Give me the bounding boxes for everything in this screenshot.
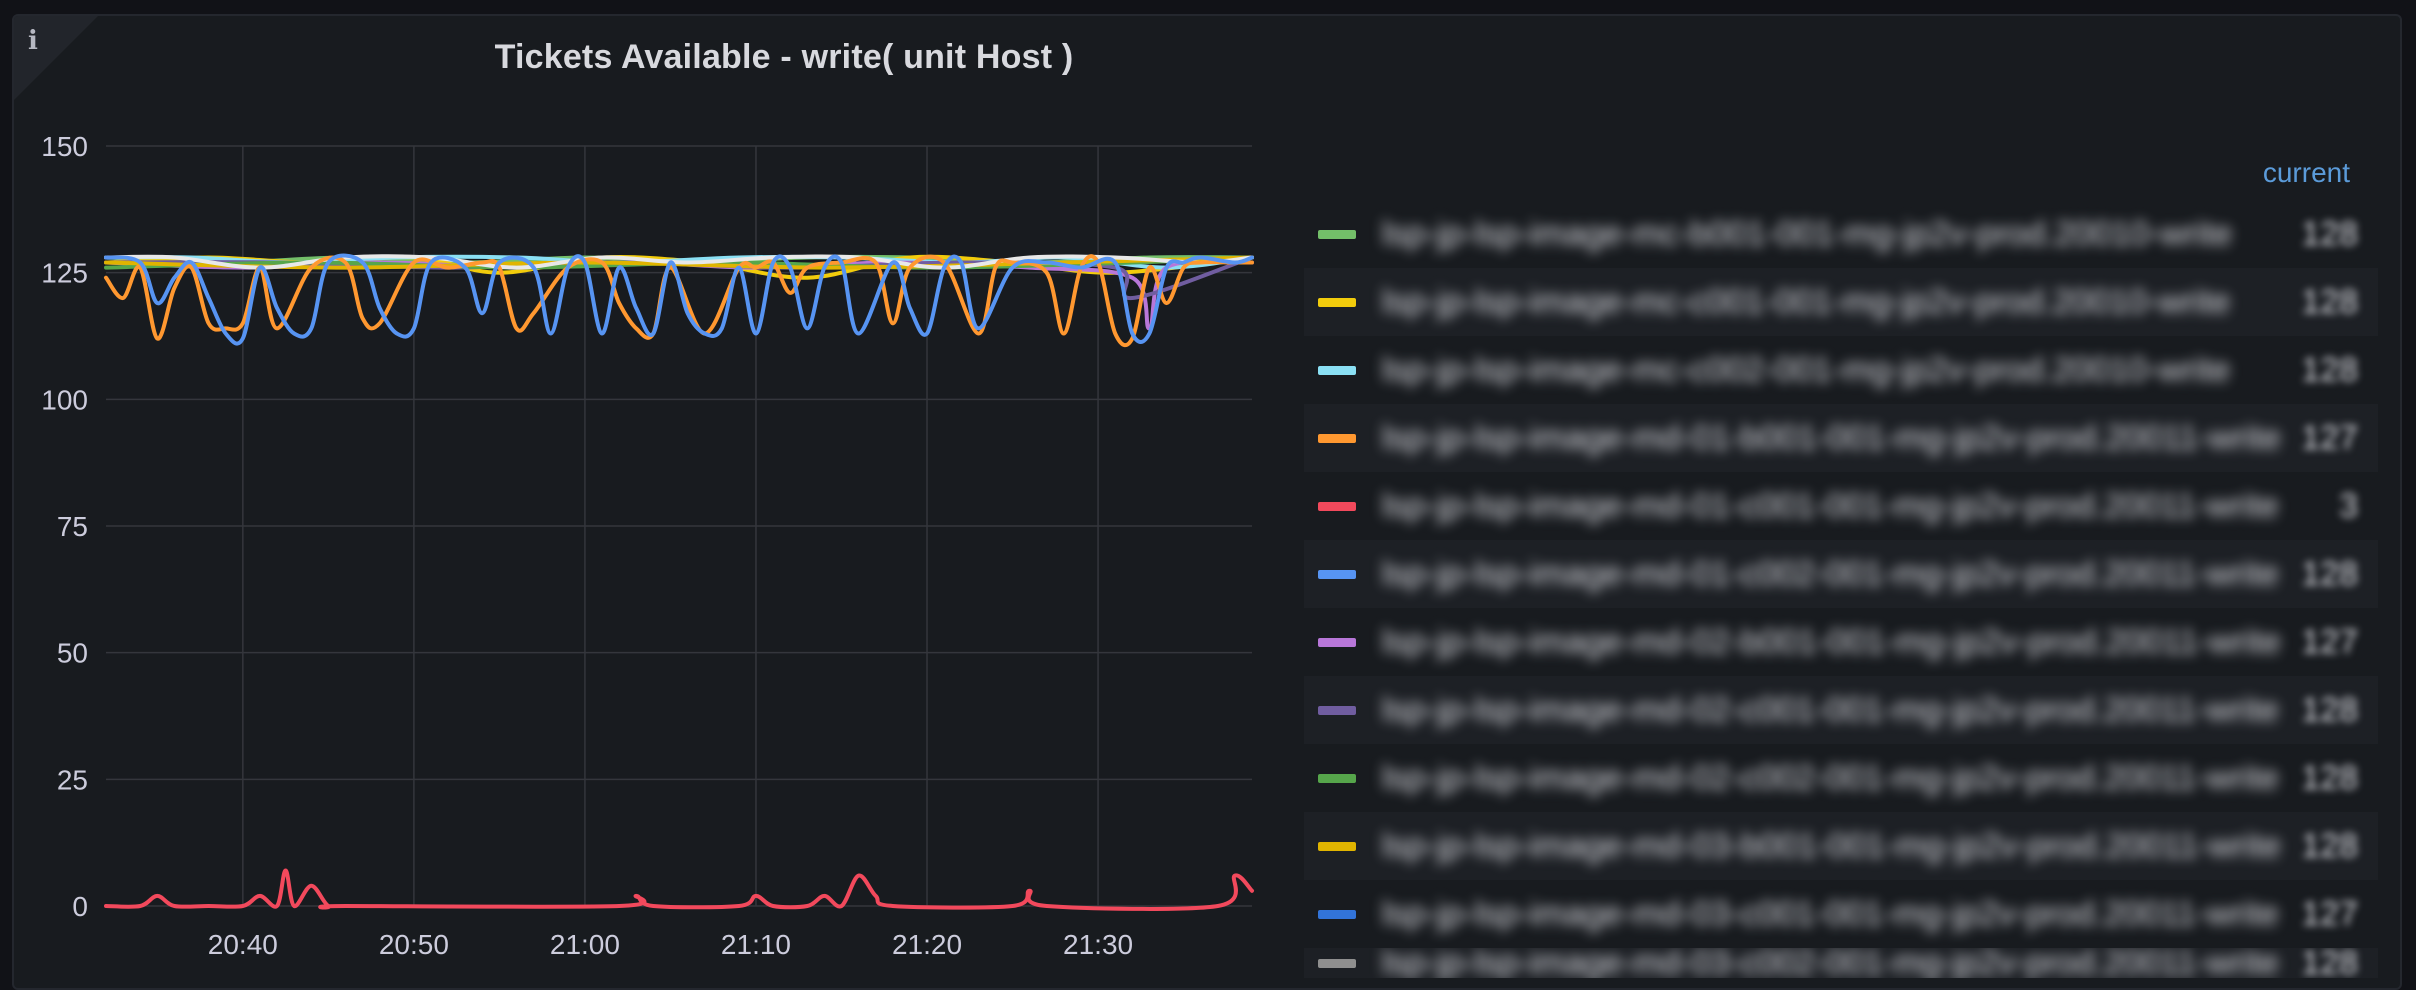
legend-swatch[interactable] — [1318, 569, 1356, 579]
legend-item[interactable]: lsp-jp-lsp-image-md-02-c001-001-mg-jp2v-… — [1304, 676, 2378, 744]
legend-rows: lsp-jp-lsp-image-mc-b001-001-mg-jp2v-pro… — [1304, 200, 2378, 978]
legend-series-value: 127 — [2301, 622, 2358, 661]
legend-series-name[interactable]: lsp-jp-lsp-image-md-02-c002-001-mg-jp2v-… — [1382, 759, 2288, 798]
legend-item[interactable]: lsp-jp-lsp-image-mc-c001-001-mg-jp2v-pro… — [1304, 268, 2378, 336]
legend-item[interactable]: lsp-jp-lsp-image-md-01-c002-001-mg-jp2v-… — [1304, 540, 2378, 608]
legend-series-value: 128 — [2301, 214, 2358, 253]
x-tick-label: 20:50 — [379, 929, 449, 960]
legend-series-value: 127 — [2301, 418, 2358, 457]
legend-swatch[interactable] — [1318, 229, 1356, 239]
legend-item[interactable]: lsp-jp-lsp-image-md-03-c002-001-mg-jp2v-… — [1304, 948, 2378, 978]
legend-swatch[interactable] — [1318, 501, 1356, 511]
legend-series-name[interactable]: lsp-jp-lsp-image-md-03-c002-001-mg-jp2v-… — [1382, 948, 2288, 978]
legend-swatch[interactable] — [1318, 909, 1356, 919]
legend-series-value: 128 — [2301, 350, 2358, 389]
legend-item[interactable]: lsp-jp-lsp-image-md-03-b001-001-mg-jp2v-… — [1304, 812, 2378, 880]
x-tick-label: 21:00 — [550, 929, 620, 960]
legend-swatch[interactable] — [1318, 705, 1356, 715]
legend-column-header-current[interactable]: current — [1304, 146, 2378, 200]
legend-series-value: 128 — [2301, 758, 2358, 797]
legend-series-name[interactable]: lsp-jp-lsp-image-md-01-c002-001-mg-jp2v-… — [1382, 555, 2288, 594]
legend-swatch[interactable] — [1318, 958, 1356, 968]
legend-series-name[interactable]: lsp-jp-lsp-image-mc-c001-001-mg-jp2v-pro… — [1382, 283, 2288, 322]
legend-series-name[interactable]: lsp-jp-lsp-image-md-03-c001-001-mg-jp2v-… — [1382, 895, 2288, 934]
legend-series-name[interactable]: lsp-jp-lsp-image-md-02-b001-001-mg-jp2v-… — [1382, 623, 2288, 662]
y-tick-label: 100 — [41, 384, 88, 415]
legend-item[interactable]: lsp-jp-lsp-image-md-01-b001-001-mg-jp2v-… — [1304, 404, 2378, 472]
y-tick-label: 150 — [41, 131, 88, 162]
x-tick-label: 21:10 — [721, 929, 791, 960]
legend-swatch[interactable] — [1318, 365, 1356, 375]
legend-series-name[interactable]: lsp-jp-lsp-image-md-02-c001-001-mg-jp2v-… — [1382, 691, 2288, 730]
legend-series-value: 128 — [2301, 826, 2358, 865]
legend-item[interactable]: lsp-jp-lsp-image-mc-b001-001-mg-jp2v-pro… — [1304, 200, 2378, 268]
x-tick-label: 21:30 — [1063, 929, 1133, 960]
legend-series-name[interactable]: lsp-jp-lsp-image-md-01-b001-001-mg-jp2v-… — [1382, 419, 2288, 458]
y-tick-label: 75 — [57, 511, 88, 542]
y-tick-label: 25 — [57, 764, 88, 795]
series-line[interactable] — [104, 868, 1254, 911]
legend-series-value: 128 — [2301, 554, 2358, 593]
y-tick-label: 125 — [41, 258, 88, 289]
x-tick-label: 20:40 — [208, 929, 278, 960]
line-chart[interactable]: 0 25 50 75 100 125 150 20:40 20:50 21:00 21:10 21:2… — [14, 16, 1304, 988]
legend-series-value: 128 — [2301, 690, 2358, 729]
legend-swatch[interactable] — [1318, 773, 1356, 783]
x-tick-label: 21:20 — [892, 929, 962, 960]
legend-item[interactable]: lsp-jp-lsp-image-md-02-c002-001-mg-jp2v-… — [1304, 744, 2378, 812]
legend-series-name[interactable]: lsp-jp-lsp-image-md-03-b001-001-mg-jp2v-… — [1382, 827, 2288, 866]
legend: current lsp-jp-lsp-image-mc-b001-001-mg-… — [1304, 146, 2378, 978]
legend-item[interactable]: lsp-jp-lsp-image-mc-c002-001-mg-jp2v-pro… — [1304, 336, 2378, 404]
legend-series-name[interactable]: lsp-jp-lsp-image-md-01-c001-001-mg-jp2v-… — [1382, 487, 2288, 526]
legend-swatch[interactable] — [1318, 637, 1356, 647]
legend-item[interactable]: lsp-jp-lsp-image-md-03-c001-001-mg-jp2v-… — [1304, 880, 2378, 948]
legend-item[interactable]: lsp-jp-lsp-image-md-01-c001-001-mg-jp2v-… — [1304, 472, 2378, 540]
legend-series-value: 127 — [2301, 894, 2358, 933]
legend-series-value: 128 — [2301, 948, 2358, 978]
graph-panel: i Tickets Available - write( unit Host )… — [12, 14, 2402, 990]
legend-series-name[interactable]: lsp-jp-lsp-image-mc-b001-001-mg-jp2v-pro… — [1382, 215, 2288, 254]
legend-series-name[interactable]: lsp-jp-lsp-image-mc-c002-001-mg-jp2v-pro… — [1382, 351, 2288, 390]
legend-item[interactable]: lsp-jp-lsp-image-md-02-b001-001-mg-jp2v-… — [1304, 608, 2378, 676]
y-tick-label: 0 — [72, 891, 88, 922]
y-tick-label: 50 — [57, 638, 88, 669]
legend-series-value: 128 — [2301, 282, 2358, 321]
legend-swatch[interactable] — [1318, 297, 1356, 307]
legend-swatch[interactable] — [1318, 433, 1356, 443]
legend-series-value: 3 — [2339, 486, 2358, 525]
legend-swatch[interactable] — [1318, 841, 1356, 851]
